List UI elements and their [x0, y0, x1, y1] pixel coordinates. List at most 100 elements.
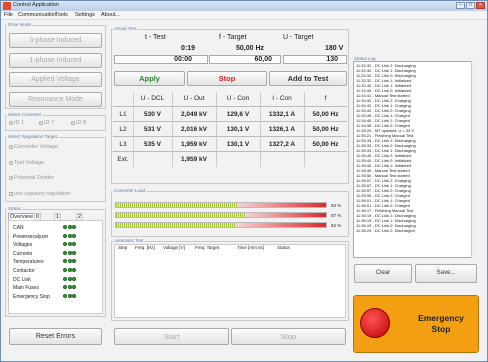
status-led-icon — [63, 233, 67, 238]
table-header: f — [324, 95, 327, 102]
save-button[interactable]: Save... — [415, 264, 477, 283]
time-input[interactable]: 00:00 — [114, 55, 208, 64]
three-phase-induced-button[interactable]: 3-phase Induced — [9, 33, 102, 48]
maximize-button[interactable]: □ — [466, 2, 475, 9]
status-led-icon — [67, 233, 72, 238]
table-column-divider — [216, 92, 217, 167]
table-cell: 531 V — [144, 126, 161, 133]
reset-errors-button[interactable]: Reset Errors — [9, 328, 102, 345]
table-cell: 130,1 V — [226, 141, 250, 148]
table-divider — [113, 121, 347, 122]
converter-option-8[interactable]: ID 8 — [71, 120, 86, 126]
t-test-header: t - Test — [145, 34, 166, 41]
table-cell: 1332,1 A — [268, 111, 296, 118]
converter-option-7[interactable]: ID 7 — [39, 120, 54, 126]
converter-load-percent: 53 % — [331, 203, 342, 208]
status-item-label: Currents — [13, 250, 33, 257]
app-icon — [3, 2, 11, 10]
status-item-label: Powersecalyzer — [13, 233, 49, 240]
status-item-label: Contactor — [13, 267, 35, 274]
u-target-header: U - Target — [283, 34, 314, 41]
add-to-test-button[interactable]: Add to Test — [269, 71, 347, 86]
status-led-icon — [72, 285, 76, 290]
status-log-list[interactable]: 11:32:32 - DC Link 2: Discharging 11:32:3… — [353, 61, 477, 258]
menu-settings[interactable]: Settings — [75, 12, 95, 18]
emergency-stop-label: Emergency Stop — [418, 313, 464, 334]
status-item: Contactor — [13, 267, 98, 277]
stop-button[interactable]: Stop — [187, 71, 267, 86]
status-list: CAN Powersecalyzer Voltages Currents Tempera… — [13, 225, 98, 302]
table-cell: 50,00 Hz — [312, 126, 339, 133]
table-cell: 1,959 kV — [180, 156, 208, 163]
status-led-icon — [67, 267, 72, 272]
potential-divider-radio[interactable]: Potential Divider — [9, 175, 54, 181]
table-cell: 50,00 Hz — [312, 141, 339, 148]
table-divider — [113, 151, 347, 152]
close-button[interactable]: × — [476, 2, 485, 9]
converter-load-overflow — [237, 203, 326, 207]
converter-load-bar — [115, 222, 327, 228]
status-led-icon — [67, 259, 72, 264]
status-led-icon — [63, 250, 67, 255]
menu-tools[interactable]: Tools — [55, 12, 68, 18]
table-cell: 1327,2 A — [268, 141, 296, 148]
status-led-group — [63, 242, 77, 248]
status-led-group — [63, 276, 77, 283]
f-target-value: 50,00 Hz — [236, 45, 265, 52]
test-voltage-radio[interactable]: Test Voltage — [9, 160, 44, 166]
status-led-icon — [67, 285, 72, 290]
start-button[interactable]: Start — [114, 328, 229, 345]
menu-communication[interactable]: Communication — [18, 12, 56, 18]
measurement-table: U - DCL U - Out U - Con I - Con f L1 530 V 2,04… — [113, 92, 347, 182]
status-log-scrollbar[interactable] — [471, 61, 477, 258]
table-cell: 2,049 kV — [180, 111, 208, 118]
t-test-value: 0:19 — [181, 45, 196, 52]
status-led-icon — [67, 276, 72, 281]
status-item: Powersecalyzer — [13, 233, 98, 243]
automatic-test-table[interactable] — [114, 244, 346, 318]
apply-button[interactable]: Apply — [114, 71, 185, 86]
status-led-group — [63, 225, 77, 231]
table-cell: 535 V — [144, 141, 161, 148]
window-title: Control Application — [13, 2, 59, 8]
auto-stop-button[interactable]: Stop — [231, 328, 346, 345]
table-column-divider — [260, 92, 261, 167]
title-bar: Control Application – □ × — [1, 1, 487, 11]
emergency-stop-button[interactable]: Emergency Stop — [353, 295, 479, 353]
status-led-icon — [72, 276, 76, 281]
menu-bar: File Communication Tools Settings About.… — [1, 11, 487, 20]
status-led-group — [63, 233, 77, 240]
actual-test-title: Actual Test — [113, 26, 137, 31]
clear-button[interactable]: Clear — [354, 264, 412, 283]
converter-load-overflow — [235, 223, 326, 227]
status-led-icon — [72, 259, 76, 264]
converter-load-bar — [115, 202, 327, 208]
select-converter-title: Select Converter — [7, 112, 43, 117]
applied-voltage-button[interactable]: Applied Voltage — [9, 72, 102, 87]
table-cell: 130,1 V — [226, 126, 250, 133]
converter-option-1[interactable]: ID 1 — [9, 120, 24, 126]
converter-load-title: Converter Load — [113, 188, 147, 193]
status-led-icon — [72, 293, 76, 298]
resonance-mode-button[interactable]: Resonance Mode — [9, 92, 102, 107]
menu-file[interactable]: File — [4, 12, 13, 18]
status-item-label: DC Link — [13, 276, 31, 283]
status-item-label: Voltages — [13, 242, 33, 249]
capacity-regulation-checkbox[interactable]: use capacity-regulation — [9, 191, 71, 197]
status-led-icon — [63, 267, 67, 272]
table-row-label: Ext. — [117, 156, 129, 163]
status-led-group — [63, 267, 77, 274]
table-header: U - DCL — [140, 95, 165, 102]
status-item: Emergency Stop — [13, 293, 98, 303]
status-item-label: Emergency Stop — [13, 293, 50, 300]
frequency-input[interactable]: 60,00 — [209, 55, 281, 64]
minimize-button[interactable]: – — [456, 2, 465, 9]
voltage-input[interactable]: 130 — [283, 55, 347, 64]
table-row-label: L2 — [119, 126, 127, 133]
table-header: U - Con — [226, 95, 250, 102]
status-item: CAN — [13, 225, 98, 234]
menu-about[interactable]: About... — [101, 12, 120, 18]
status-item-label: Temperatures — [13, 259, 44, 266]
converter-voltage-radio[interactable]: Converter Voltage — [9, 144, 58, 150]
one-phase-induced-button[interactable]: 1-phase Induced — [9, 53, 102, 68]
